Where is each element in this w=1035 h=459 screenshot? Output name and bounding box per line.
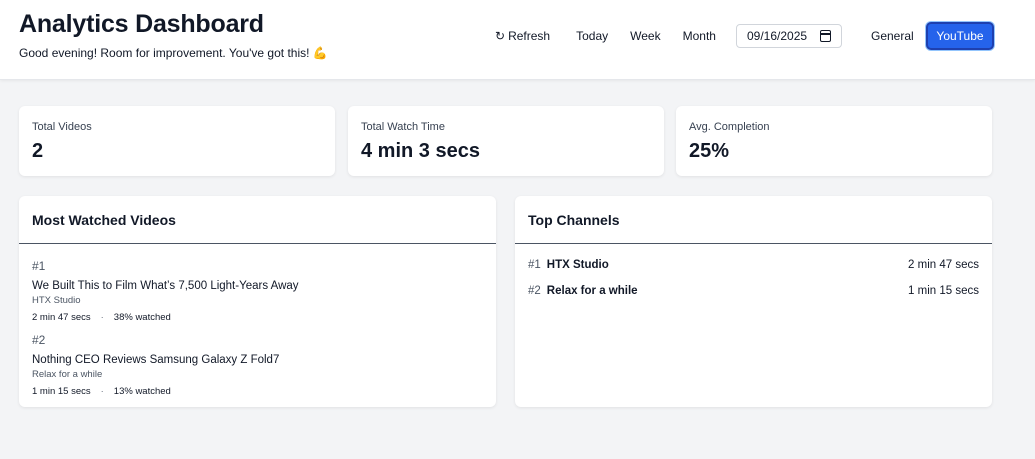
video-meta: 1 min 15 secs · 13% watched: [32, 386, 279, 397]
view-youtube-button[interactable]: YouTube: [926, 22, 994, 50]
video-channel: HTX Studio: [32, 295, 81, 306]
channel-rank: #2: [528, 285, 541, 297]
list-item[interactable]: #2 Nothing CEO Reviews Samsung Galaxy Z …: [32, 333, 279, 397]
video-duration: 2 min 47 secs: [32, 312, 91, 323]
page-title: Analytics Dashboard: [19, 10, 264, 38]
header-bar: Analytics Dashboard Good evening! Room f…: [0, 0, 1035, 80]
refresh-button[interactable]: ↻ Refresh: [486, 22, 559, 50]
calendar-icon[interactable]: [820, 30, 831, 42]
date-input[interactable]: 09/16/2025: [736, 24, 842, 48]
channel-name[interactable]: Relax for a while: [547, 285, 908, 297]
channel-name[interactable]: HTX Studio: [547, 259, 908, 271]
stat-card-watch-time: Total Watch Time 4 min 3 secs: [348, 106, 664, 176]
channel-row[interactable]: #2 Relax for a while 1 min 15 secs: [528, 283, 979, 299]
video-title[interactable]: We Built This to Film What’s 7,500 Light…: [32, 280, 299, 292]
channel-row[interactable]: #1 HTX Studio 2 min 47 secs: [528, 257, 979, 273]
channel-rank: #1: [528, 259, 541, 271]
refresh-label: Refresh: [508, 29, 551, 43]
stat-label: Avg. Completion: [689, 121, 770, 133]
channel-time: 2 min 47 secs: [908, 259, 979, 271]
divider: [19, 243, 496, 244]
video-rank: #1: [32, 259, 46, 273]
most-watched-panel: Most Watched Videos #1 We Built This to …: [19, 196, 496, 407]
stat-value: 25%: [689, 140, 730, 162]
video-rank: #2: [32, 333, 46, 347]
video-duration: 1 min 15 secs: [32, 386, 91, 397]
panel-title: Top Channels: [528, 212, 620, 228]
stat-label: Total Videos: [32, 121, 92, 133]
range-week-button[interactable]: Week: [621, 22, 669, 50]
panel-title: Most Watched Videos: [32, 212, 176, 228]
greeting-text: Good evening! Room for improvement. You'…: [19, 46, 328, 60]
channel-time: 1 min 15 secs: [908, 285, 979, 297]
stat-card-completion: Avg. Completion 25%: [676, 106, 992, 176]
separator: ·: [100, 312, 104, 323]
stat-value: 2: [32, 140, 44, 162]
stat-label: Total Watch Time: [361, 121, 445, 133]
refresh-icon: ↻: [495, 29, 506, 43]
date-value: 09/16/2025: [747, 29, 808, 43]
list-item[interactable]: #1 We Built This to Film What’s 7,500 Li…: [32, 259, 299, 323]
range-controls: ↻ Refresh Today Week Month: [486, 22, 725, 50]
separator: ·: [100, 386, 104, 397]
top-channels-panel: Top Channels #1 HTX Studio 2 min 47 secs…: [515, 196, 992, 407]
video-watched: 38% watched: [113, 312, 171, 323]
view-general-button[interactable]: General: [862, 22, 923, 50]
range-month-button[interactable]: Month: [674, 22, 725, 50]
video-title[interactable]: Nothing CEO Reviews Samsung Galaxy Z Fol…: [32, 354, 279, 366]
video-channel: Relax for a while: [32, 369, 103, 380]
stat-value: 4 min 3 secs: [361, 140, 480, 162]
video-watched: 13% watched: [113, 386, 171, 397]
divider: [515, 243, 992, 244]
range-today-button[interactable]: Today: [567, 22, 617, 50]
video-meta: 2 min 47 secs · 38% watched: [32, 312, 299, 323]
stat-card-total-videos: Total Videos 2: [19, 106, 335, 176]
